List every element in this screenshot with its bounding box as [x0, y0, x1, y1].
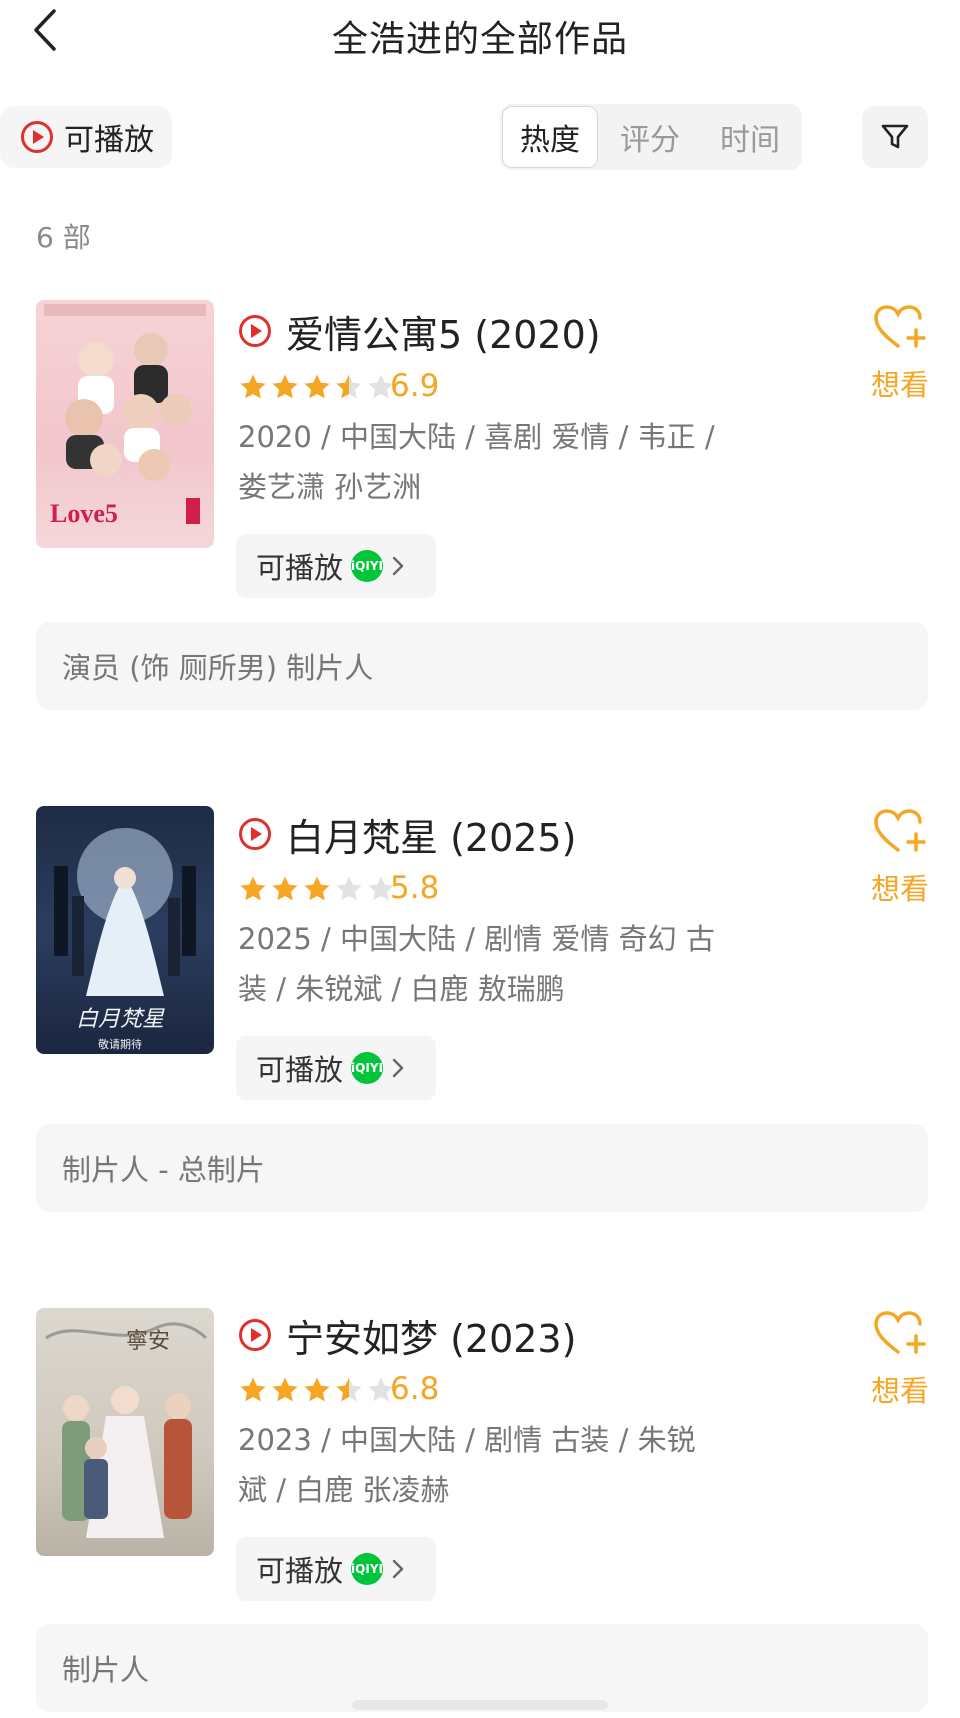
star-rating [238, 874, 396, 904]
work-meta-line: 娄艺潇 孙艺洲 [238, 470, 422, 504]
play-circle-icon [239, 1319, 271, 1351]
iqiyi-icon: iQIYI [351, 1553, 384, 1585]
playable-chip-label: 可播放 [256, 1053, 344, 1087]
play-circle-icon [21, 121, 53, 153]
playable-chip[interactable]: 可播放 iQIYI [236, 1537, 436, 1601]
wish-button[interactable]: 想看 [860, 1310, 940, 1410]
playable-chip[interactable]: 可播放 iQIYI [236, 534, 436, 598]
works-count: 6 部 [36, 221, 91, 254]
work-meta-line: 装 / 朱锐斌 / 白鹿 敖瑞鹏 [238, 972, 565, 1006]
star-rating [238, 1375, 396, 1405]
chevron-right-icon [392, 1559, 404, 1579]
work-meta: 2020 / 中国大陆 / 喜剧 爱情 / 韦正 / 娄艺潇 孙艺洲 [238, 412, 758, 512]
star-empty-icon [336, 876, 362, 901]
poster-illustration: 白月梵星 敬请期待 [54, 828, 196, 1051]
poster-image[interactable]: 白月梵星 敬请期待 [36, 806, 214, 1054]
sort-segmented-control: 热度 评分 时间 [500, 104, 802, 170]
work-meta-line: 2020 / 中国大陆 / 喜剧 爱情 / 韦正 / [238, 420, 715, 454]
svg-text:Love5: Love5 [50, 499, 118, 528]
poster-illustration: Love5 [44, 304, 206, 528]
star-full-icon [240, 1377, 266, 1402]
work-meta: 2023 / 中国大陆 / 剧情 古装 / 朱锐 斌 / 白鹿 张凌赫 [238, 1415, 758, 1515]
star-full-icon [304, 1377, 330, 1402]
role-info: 制片人 - 总制片 [36, 1124, 928, 1212]
work-meta: 2025 / 中国大陆 / 剧情 爱情 奇幻 古 装 / 朱锐斌 / 白鹿 敖瑞… [238, 914, 758, 1014]
top-bar: 全浩进的全部作品 [0, 0, 960, 60]
star-full-icon [304, 374, 330, 399]
heart-plus-icon [874, 1311, 926, 1354]
star-full-icon [240, 374, 266, 399]
rating-score: 5.8 [390, 870, 440, 906]
play-circle-icon [239, 315, 271, 347]
playable-filter-label: 可播放 [64, 123, 154, 158]
star-full-icon [272, 1377, 298, 1402]
poster-image[interactable]: 寧安 [36, 1308, 214, 1556]
star-half-icon [336, 1377, 362, 1402]
filter-button[interactable] [862, 106, 928, 168]
star-full-icon [272, 876, 298, 901]
play-circle-icon [239, 818, 271, 850]
star-full-icon [240, 876, 266, 901]
wish-label: 想看 [870, 872, 929, 906]
work-meta-line: 2025 / 中国大陆 / 剧情 爱情 奇幻 古 [238, 922, 715, 956]
playable-chip[interactable]: 可播放 iQIYI [236, 1036, 436, 1100]
tab-hot[interactable]: 热度 [502, 106, 598, 168]
funnel-icon [881, 124, 909, 149]
work-title[interactable]: 白月梵星 (2025) [286, 807, 576, 862]
chevron-right-icon [392, 1058, 404, 1078]
wish-button[interactable]: 想看 [860, 304, 940, 404]
star-half-icon [336, 374, 362, 399]
star-full-icon [272, 374, 298, 399]
work-meta-line: 2023 / 中国大陆 / 剧情 古装 / 朱锐 [238, 1423, 696, 1457]
wish-label: 想看 [870, 1374, 929, 1408]
wish-button[interactable]: 想看 [860, 808, 940, 908]
role-info: 演员 (饰 厕所男) 制片人 [36, 622, 928, 710]
playable-chip-label: 可播放 [256, 551, 344, 585]
wish-label: 想看 [870, 368, 929, 402]
playable-filter-button[interactable]: 可播放 [0, 106, 172, 168]
work-meta-line: 斌 / 白鹿 张凌赫 [238, 1473, 450, 1507]
poster-illustration: 寧安 [45, 1322, 208, 1538]
rating-score: 6.8 [390, 1371, 440, 1407]
svg-text:敬请期待: 敬请期待 [98, 1037, 142, 1051]
home-indicator[interactable] [352, 1700, 608, 1710]
work-title[interactable]: 爱情公寓5 (2020) [286, 304, 601, 359]
page-title: 全浩进的全部作品 [331, 19, 628, 60]
star-rating [238, 372, 396, 402]
iqiyi-icon: iQIYI [351, 1052, 384, 1084]
playable-chip-label: 可播放 [256, 1554, 344, 1588]
tab-rating[interactable]: 评分 [602, 106, 698, 168]
iqiyi-icon: iQIYI [351, 550, 384, 582]
heart-plus-icon [874, 305, 926, 348]
tab-time[interactable]: 时间 [702, 106, 798, 168]
chevron-right-icon [392, 556, 404, 576]
work-title[interactable]: 宁安如梦 (2023) [286, 1308, 576, 1363]
star-full-icon [304, 876, 330, 901]
heart-plus-icon [874, 809, 926, 852]
rating-score: 6.9 [390, 368, 440, 404]
role-info: 制片人 [36, 1624, 928, 1712]
svg-text:寧安: 寧安 [126, 1328, 170, 1353]
poster-image[interactable]: Love5 [36, 300, 214, 548]
svg-text:白月梵星: 白月梵星 [76, 1006, 165, 1031]
